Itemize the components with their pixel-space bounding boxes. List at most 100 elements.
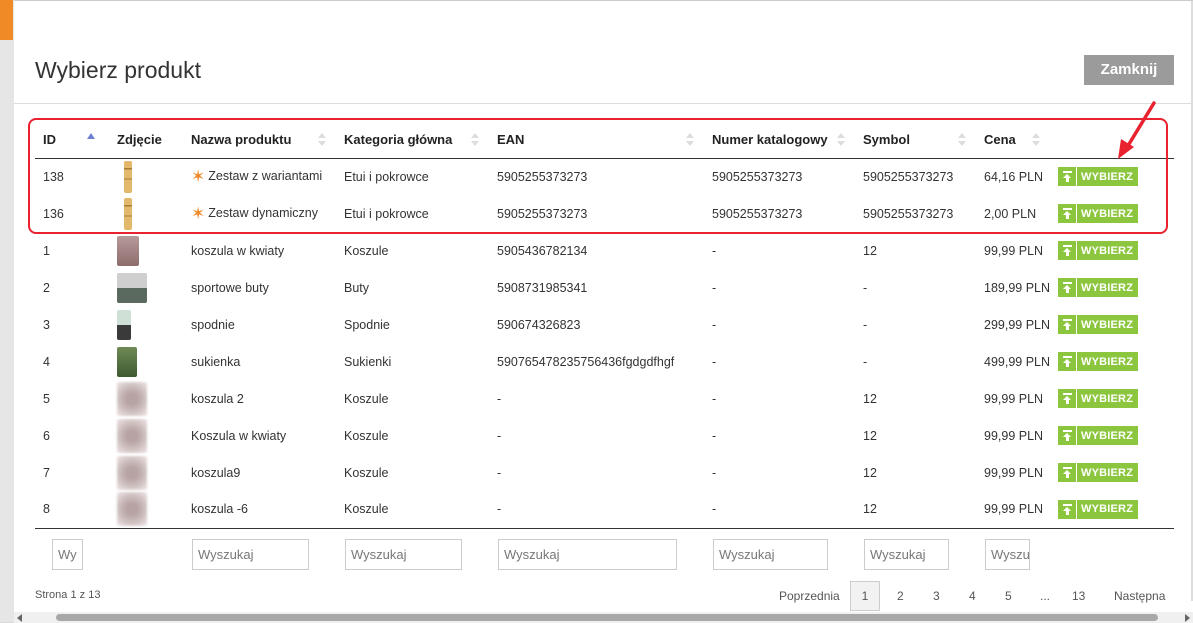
product-thumbnail <box>117 418 147 453</box>
select-product-button[interactable]: WYBIERZ <box>1058 315 1139 334</box>
product-name: Koszula w kwiaty <box>191 428 287 443</box>
cell-symbol: 12 <box>863 428 877 443</box>
cell-category: Sukienki <box>344 354 392 369</box>
filter-symbol-input[interactable] <box>864 539 949 570</box>
cell-actions: WYBIERZ <box>1050 417 1174 454</box>
cell-name: koszula -6 <box>183 491 336 528</box>
select-product-label: WYBIERZ <box>1081 318 1134 331</box>
cell-name: sportowe buty <box>183 269 336 306</box>
product-name: koszula w kwiaty <box>191 243 285 258</box>
cell-id: 8 <box>43 502 50 517</box>
select-product-button[interactable]: WYBIERZ <box>1058 278 1139 297</box>
pagination-page-2[interactable]: 2 <box>897 589 904 603</box>
filter-catalog-input[interactable] <box>713 539 828 570</box>
scroll-right-icon[interactable] <box>1185 614 1190 622</box>
cell-actions: WYBIERZ <box>1050 454 1174 491</box>
product-thumbnail <box>117 272 147 303</box>
pin-icon <box>1058 389 1077 408</box>
cell-id: 5 <box>43 391 50 406</box>
annotation-highlight-box <box>28 118 1168 234</box>
filter-ean-input[interactable] <box>498 539 677 570</box>
page-backdrop <box>0 0 14 622</box>
product-name: koszula -6 <box>191 502 248 517</box>
table-row: 5 koszula 2 Koszule - - 12 99,99 PLN WYBIERZ <box>35 380 1174 417</box>
close-button[interactable]: Zamknij <box>1084 55 1174 85</box>
cell-symbol: 12 <box>863 391 877 406</box>
cell-id: 2 <box>43 280 50 295</box>
product-name: koszula 2 <box>191 391 244 406</box>
horizontal-scrollbar[interactable] <box>14 612 1193 623</box>
cell-photo <box>109 343 183 380</box>
select-product-label: WYBIERZ <box>1081 466 1134 479</box>
cell-name: koszula w kwiaty <box>183 232 336 269</box>
pin-icon <box>1058 426 1077 445</box>
product-thumbnail <box>117 309 131 340</box>
cell-ean: 590674326823 <box>497 317 581 332</box>
select-product-button[interactable]: WYBIERZ <box>1058 352 1139 371</box>
filter-price-input[interactable] <box>985 539 1030 570</box>
cell-symbol: - <box>863 280 868 295</box>
cell-actions: WYBIERZ <box>1050 306 1174 343</box>
cell-photo <box>109 269 183 306</box>
table-row: 8 koszula -6 Koszule - - 12 99,99 PLN WYBIERZ <box>35 491 1174 528</box>
cell-category: Buty <box>344 280 370 295</box>
pagination-page-last[interactable]: 13 <box>1072 589 1085 603</box>
filter-category-input[interactable] <box>345 539 462 570</box>
pagination-page-3[interactable]: 3 <box>933 589 940 603</box>
cell-id: 1 <box>43 243 50 258</box>
cell-catalog-number: - <box>712 317 717 332</box>
annotation-arrow-icon <box>1118 101 1156 159</box>
select-product-button[interactable]: WYBIERZ <box>1058 463 1139 482</box>
cell-catalog-number: - <box>712 280 717 295</box>
table-row: 7 koszula9 Koszule - - 12 99,99 PLN WYBIERZ <box>35 454 1174 491</box>
cell-price: 99,99 PLN <box>984 465 1044 480</box>
product-thumbnail <box>117 492 147 527</box>
cell-name: koszula 2 <box>183 380 336 417</box>
cell-price: 99,99 PLN <box>984 391 1044 406</box>
pagination-next[interactable]: Następna <box>1114 589 1165 603</box>
product-name: sukienka <box>191 354 241 369</box>
cell-photo <box>109 417 183 454</box>
pagination-page-current[interactable]: 1 <box>850 581 880 611</box>
cell-price: 299,99 PLN <box>984 317 1050 332</box>
cell-symbol: - <box>863 354 868 369</box>
cell-catalog-number: - <box>712 243 717 258</box>
pin-icon <box>1058 241 1077 260</box>
filter-name-input[interactable] <box>192 539 309 570</box>
cell-photo <box>109 454 183 491</box>
select-product-button[interactable]: WYBIERZ <box>1058 499 1139 519</box>
pagination-page-5[interactable]: 5 <box>1005 589 1012 603</box>
select-product-label: WYBIERZ <box>1081 392 1134 405</box>
cell-price: 189,99 PLN <box>984 280 1050 295</box>
table-row: 3 spodnie Spodnie 590674326823 - - 299,99 PLN W… <box>35 306 1174 343</box>
cell-name: spodnie <box>183 306 336 343</box>
cell-category: Koszule <box>344 502 389 517</box>
select-product-label: WYBIERZ <box>1081 244 1134 257</box>
pin-icon <box>1058 352 1077 371</box>
select-product-button[interactable]: WYBIERZ <box>1058 389 1139 408</box>
scroll-left-icon[interactable] <box>17 614 22 622</box>
cell-name: koszula9 <box>183 454 336 491</box>
pagination-ellipsis: ... <box>1040 589 1051 603</box>
cell-price: 99,99 PLN <box>984 502 1044 517</box>
filter-id-input[interactable] <box>52 539 83 570</box>
pagination-previous[interactable]: Poprzednia <box>779 589 840 603</box>
cell-ean: 5908731985341 <box>497 280 588 295</box>
pagination-page-4[interactable]: 4 <box>969 589 976 603</box>
page-backdrop-accent <box>0 0 13 40</box>
cell-symbol: - <box>863 317 868 332</box>
cell-actions: WYBIERZ <box>1050 491 1174 528</box>
pin-icon <box>1058 463 1077 482</box>
scrollbar-thumb[interactable] <box>56 614 1158 621</box>
select-product-button[interactable]: WYBIERZ <box>1058 241 1139 260</box>
cell-actions: WYBIERZ <box>1050 380 1174 417</box>
table-row: 2 sportowe buty Buty 5908731985341 - - 189,99 … <box>35 269 1174 306</box>
select-product-button[interactable]: WYBIERZ <box>1058 426 1139 445</box>
select-product-label: WYBIERZ <box>1081 355 1134 368</box>
cell-symbol: 12 <box>863 465 877 480</box>
pin-icon <box>1058 315 1077 334</box>
cell-ean: - <box>497 391 502 406</box>
cell-id: 4 <box>43 354 50 369</box>
cell-actions: WYBIERZ <box>1050 232 1174 269</box>
select-product-label: WYBIERZ <box>1081 503 1134 516</box>
